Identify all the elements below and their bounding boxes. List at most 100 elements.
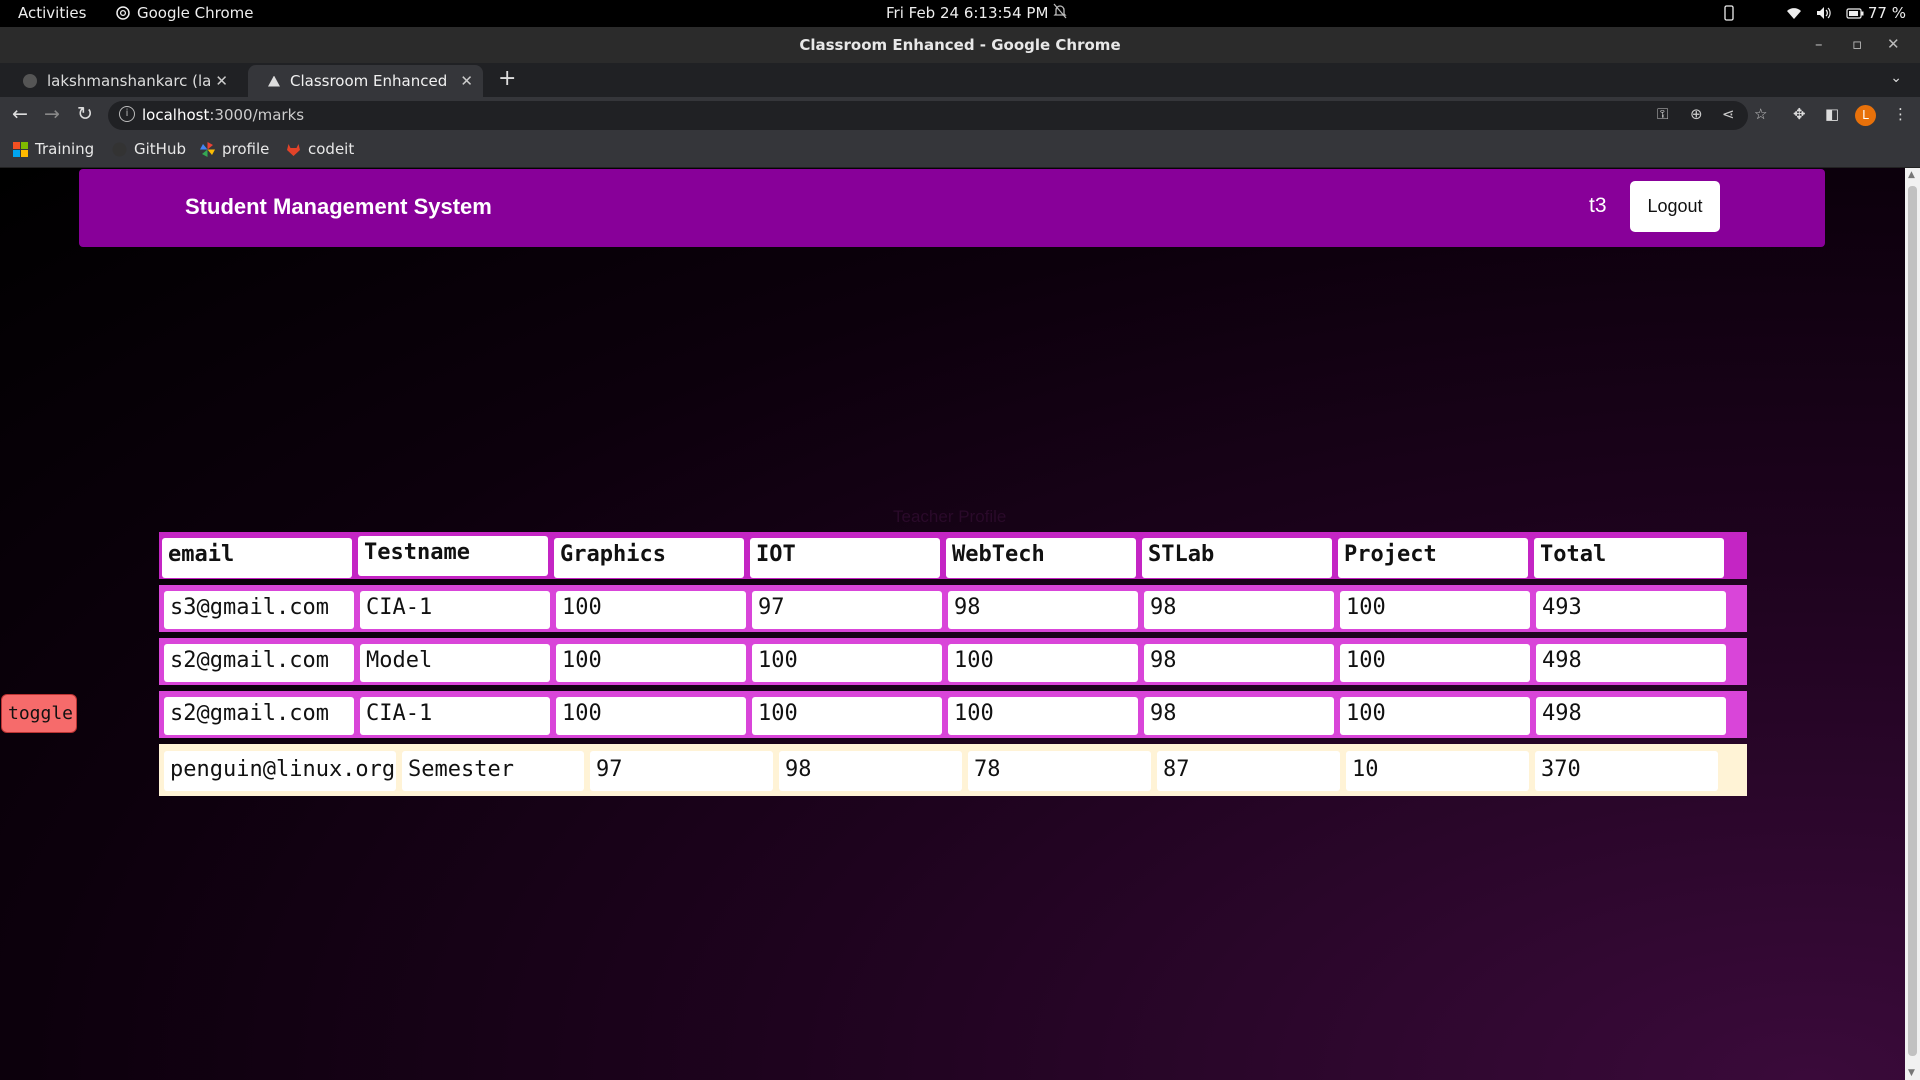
- table-cell: 100: [752, 644, 942, 682]
- window-title: Classroom Enhanced - Google Chrome: [799, 36, 1121, 54]
- bookmark-codeit[interactable]: codeit: [286, 140, 354, 158]
- triangle-favicon-icon: [268, 75, 280, 87]
- table-cell: 97: [590, 751, 773, 791]
- table-cell: 100: [556, 591, 746, 629]
- toggle-button[interactable]: toggle: [1, 694, 77, 733]
- github-icon: [112, 142, 127, 156]
- bookmark-profile[interactable]: profile: [200, 140, 269, 158]
- table-cell: 498: [1536, 644, 1726, 682]
- bookmarks-bar: Training GitHub profile codeit: [0, 134, 1920, 168]
- github-favicon-icon: [23, 74, 37, 88]
- back-icon[interactable]: ←: [12, 103, 28, 125]
- address-bar[interactable]: i localhost:3000/marks ⚿ ⊕ ⋖ ☆: [108, 101, 1767, 130]
- close-window-icon[interactable]: ✕: [1887, 35, 1900, 53]
- chrome-icon: [116, 6, 130, 20]
- extensions-icon[interactable]: ✥: [1793, 105, 1806, 123]
- table-cell: 493: [1536, 591, 1726, 629]
- wifi-icon: [1786, 7, 1801, 19]
- table-row: s3@gmail.com CIA-1 100 97 98 98 100 493: [159, 585, 1747, 632]
- tab-strip: lakshmanshankarc (lakshm ✕ Classroom Enh…: [0, 63, 1920, 97]
- key-icon[interactable]: ⚿: [1657, 105, 1668, 123]
- system-tray[interactable]: 77 %: [1724, 4, 1906, 22]
- minimize-icon[interactable]: –: [1815, 35, 1823, 53]
- battery-percent: 77 %: [1867, 4, 1906, 22]
- window-titlebar: Classroom Enhanced - Google Chrome – ▫ ✕: [0, 27, 1920, 63]
- notifications-off-icon: [1053, 3, 1067, 23]
- table-cell: 100: [1340, 591, 1530, 629]
- tab-label: Classroom Enhanced: [290, 72, 448, 90]
- table-cell: 98: [1144, 697, 1334, 735]
- table-cell: CIA-1: [360, 591, 550, 629]
- page-scrollbar[interactable]: ▲ ▼: [1905, 168, 1920, 1080]
- tab-search-chevron-icon[interactable]: ⌄: [1890, 70, 1902, 86]
- column-header: Total: [1534, 538, 1724, 578]
- scroll-down-icon[interactable]: ▼: [1908, 1068, 1915, 1078]
- bookmark-star-icon[interactable]: ☆: [1754, 105, 1767, 123]
- zoom-icon[interactable]: ⊕: [1690, 105, 1703, 123]
- forward-icon[interactable]: →: [44, 103, 60, 125]
- tab-label: lakshmanshankarc (lakshm: [47, 72, 212, 90]
- brand-title: Student Management System: [185, 194, 492, 219]
- bookmark-training[interactable]: Training: [13, 140, 94, 158]
- side-panel-icon[interactable]: ◧: [1825, 105, 1839, 123]
- menu-kebab-icon[interactable]: ⋮: [1893, 105, 1908, 123]
- table-cell: 100: [948, 697, 1138, 735]
- scrollbar-thumb[interactable]: [1908, 186, 1917, 1056]
- reload-icon[interactable]: ↻: [77, 103, 93, 125]
- table-cell: 98: [1144, 644, 1334, 682]
- maximize-icon[interactable]: ▫: [1852, 35, 1862, 53]
- table-cell: 97: [752, 591, 942, 629]
- table-cell: Semester: [402, 751, 584, 791]
- volume-icon: [1816, 7, 1831, 19]
- activities-button[interactable]: Activities: [18, 4, 86, 22]
- column-header: Project: [1338, 538, 1528, 578]
- browser-toolbar: ← → ↻ i localhost:3000/marks ⚿ ⊕ ⋖ ☆ ✥ ◧…: [0, 97, 1920, 134]
- table-row: s2@gmail.com CIA-1 100 100 100 98 100 49…: [159, 691, 1747, 738]
- clock[interactable]: Fri Feb 24 6:13:54 PM: [886, 4, 1048, 22]
- tab-github[interactable]: lakshmanshankarc (lakshm ✕: [3, 65, 238, 97]
- column-header: STLab: [1142, 538, 1332, 578]
- pinwheel-icon: [200, 141, 215, 157]
- table-row: s2@gmail.com Model 100 100 100 98 100 49…: [159, 638, 1747, 685]
- bookmark-label: codeit: [308, 140, 355, 158]
- table-cell: CIA-1: [360, 697, 550, 735]
- share-icon[interactable]: ⋖: [1722, 105, 1735, 123]
- table-cell: 100: [556, 644, 746, 682]
- bookmark-label: Training: [35, 140, 95, 158]
- username: t3: [1589, 194, 1607, 217]
- new-tab-icon[interactable]: +: [498, 66, 516, 91]
- app-header: Student Management System t3 Logout: [79, 169, 1825, 247]
- bookmark-label: GitHub: [134, 140, 186, 158]
- table-header-row: email Testname Graphics IOT WebTech STLa…: [159, 532, 1747, 579]
- close-tab-icon[interactable]: ✕: [460, 72, 473, 90]
- table-cell: 10: [1346, 751, 1529, 791]
- table-cell: 100: [752, 697, 942, 735]
- scroll-up-icon[interactable]: ▲: [1908, 170, 1915, 180]
- table-cell: 98: [948, 591, 1138, 629]
- gitlab-icon: [287, 143, 300, 156]
- close-tab-icon[interactable]: ✕: [215, 72, 228, 90]
- tab-classroom-enhanced[interactable]: Classroom Enhanced ✕: [248, 65, 483, 97]
- profile-avatar[interactable]: L: [1855, 105, 1876, 126]
- os-top-bar: Activities Google Chrome Fri Feb 24 6:13…: [0, 0, 1920, 27]
- table-cell: s2@gmail.com: [164, 644, 354, 682]
- app-menu[interactable]: Google Chrome: [116, 4, 254, 22]
- battery-icon: [1846, 7, 1864, 19]
- table-cell: 100: [1340, 697, 1530, 735]
- table-cell: Model: [360, 644, 550, 682]
- table-cell: 100: [948, 644, 1138, 682]
- column-header: WebTech: [946, 538, 1136, 578]
- site-info-icon[interactable]: i: [119, 106, 135, 122]
- logout-button[interactable]: Logout: [1630, 181, 1720, 232]
- table-cell: s3@gmail.com: [164, 591, 354, 629]
- page-content: Student Management System t3 Logout Teac…: [0, 168, 1905, 1080]
- url-text: localhost:3000/marks: [142, 106, 305, 124]
- table-cell: 78: [968, 751, 1151, 791]
- column-header: IOT: [750, 538, 940, 578]
- table-cell: 100: [556, 697, 746, 735]
- bookmark-github[interactable]: GitHub: [112, 140, 186, 158]
- table-cell: 498: [1536, 697, 1726, 735]
- profile-heading: Teacher Profile: [893, 507, 1007, 526]
- table-cell: penguin@linux.org: [164, 751, 396, 791]
- table-cell: 98: [779, 751, 962, 791]
